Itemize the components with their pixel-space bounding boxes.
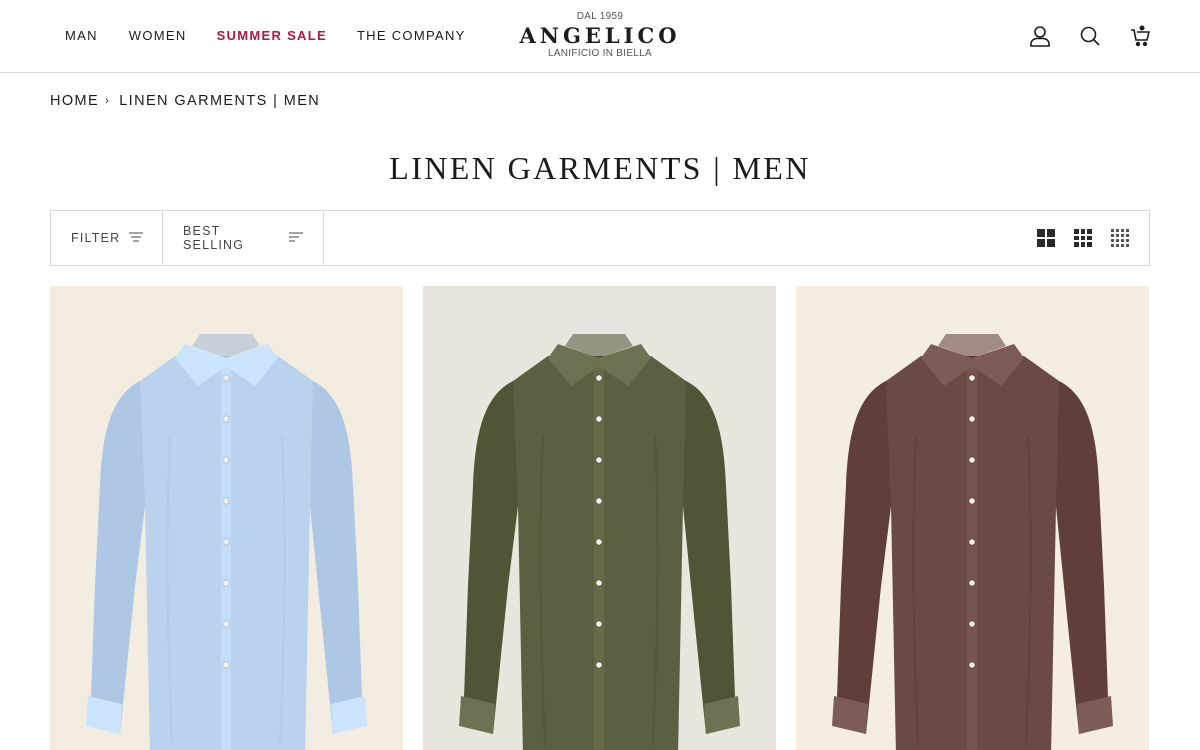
- nav-item-women[interactable]: WOMEN: [129, 28, 187, 43]
- product-image: [796, 286, 1149, 750]
- nav-item-man[interactable]: MAN: [65, 28, 98, 43]
- grid-3-columns-icon[interactable]: [1074, 229, 1092, 247]
- grid-4-columns-icon[interactable]: [1111, 229, 1129, 247]
- header-icons: [1030, 24, 1150, 48]
- sort-lines-icon: [289, 231, 303, 245]
- nav-item-summer-sale[interactable]: SUMMER SALE: [217, 28, 327, 43]
- filter-button[interactable]: FILTER: [51, 211, 163, 265]
- cart-icon[interactable]: [1130, 24, 1150, 48]
- site-header: MAN WOMEN SUMMER SALE THE COMPANY DAL 19…: [0, 0, 1200, 73]
- product-card[interactable]: [796, 286, 1149, 750]
- grid-2-columns-icon[interactable]: [1037, 229, 1055, 247]
- nav-item-the-company[interactable]: THE COMPANY: [357, 28, 466, 43]
- brand-logo[interactable]: DAL 1959 ANGELICO LANIFICIO IN BIELLA: [500, 11, 700, 60]
- product-image: [423, 286, 776, 750]
- product-card[interactable]: [423, 286, 776, 750]
- logo-wordmark: ANGELICO: [519, 23, 681, 48]
- main-nav: MAN WOMEN SUMMER SALE THE COMPANY: [65, 28, 466, 43]
- filter-lines-icon: [129, 231, 144, 245]
- breadcrumb-home[interactable]: HOME: [50, 93, 99, 109]
- account-icon[interactable]: [1030, 24, 1050, 48]
- collection-toolbar: FILTER BEST SELLING: [50, 210, 1150, 266]
- breadcrumb: HOME › LINEN GARMENTS | MEN: [50, 93, 320, 109]
- filter-label: FILTER: [71, 231, 121, 245]
- breadcrumb-current: LINEN GARMENTS | MEN: [119, 93, 321, 109]
- page-title: LINEN GARMENTS | MEN: [389, 150, 811, 186]
- logo-tagline: LANIFICIO IN BIELLA: [547, 48, 653, 59]
- product-card[interactable]: [50, 286, 403, 750]
- search-icon[interactable]: [1080, 24, 1100, 48]
- breadcrumb-separator: ›: [105, 95, 111, 107]
- product-grid: [50, 286, 1149, 750]
- grid-view-switch: [1037, 211, 1149, 265]
- sort-label: BEST SELLING: [183, 224, 245, 252]
- logo-since: DAL 1959: [576, 11, 624, 22]
- product-image: [50, 286, 403, 750]
- sort-button[interactable]: BEST SELLING: [163, 211, 324, 265]
